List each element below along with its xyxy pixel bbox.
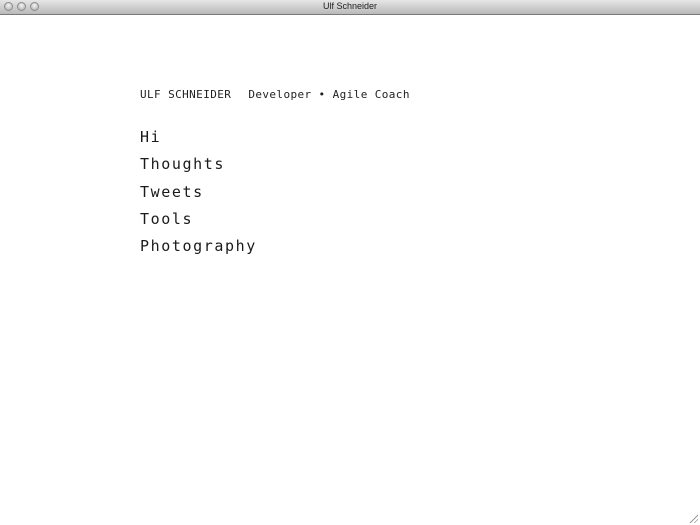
nav-item-tools[interactable]: Tools bbox=[140, 210, 257, 237]
nav-item-hi[interactable]: Hi bbox=[140, 128, 257, 155]
nav-item-tweets[interactable]: Tweets bbox=[140, 183, 257, 210]
resize-grip-icon[interactable] bbox=[688, 513, 698, 523]
site-tagline: Developer • Agile Coach bbox=[248, 88, 410, 101]
nav-item-photography[interactable]: Photography bbox=[140, 237, 257, 264]
nav-item-thoughts[interactable]: Thoughts bbox=[140, 155, 257, 182]
main-navigation: Hi Thoughts Tweets Tools Photography bbox=[140, 128, 257, 264]
site-owner-name: ULF SCHNEIDER bbox=[140, 88, 232, 101]
site-header: ULF SCHNEIDER Developer • Agile Coach bbox=[140, 88, 410, 101]
window-title: Ulf Schneider bbox=[322, 1, 378, 11]
window-titlebar: Ulf Schneider bbox=[0, 0, 700, 15]
